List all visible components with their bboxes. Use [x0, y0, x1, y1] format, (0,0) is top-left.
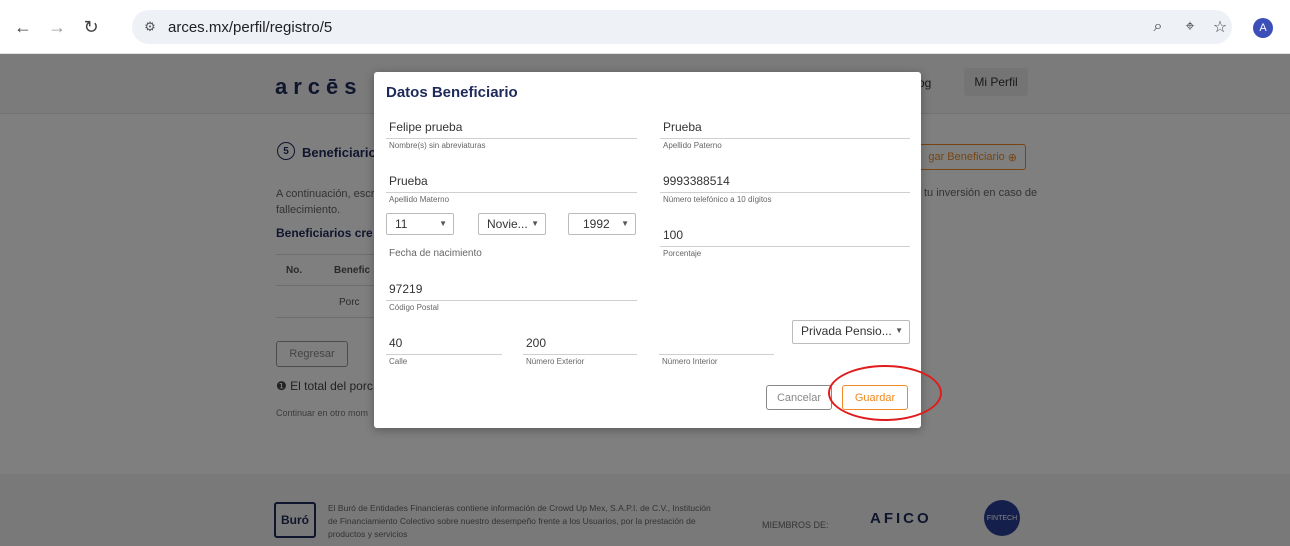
field-underline [523, 354, 637, 355]
numero-interior-label: Número Interior [662, 357, 718, 366]
field-underline [660, 138, 910, 139]
field-underline [659, 354, 774, 355]
back-arrow-icon[interactable]: ← [10, 14, 36, 40]
location-icon[interactable]: ⌖ [1180, 17, 1200, 37]
cancel-button[interactable]: Cancelar [766, 385, 832, 410]
profile-avatar[interactable]: A [1253, 18, 1273, 38]
highlight-circle-annotation [828, 365, 942, 421]
telefono-value[interactable]: 9993388514 [663, 174, 730, 188]
field-underline [386, 138, 637, 139]
codigo-postal-value[interactable]: 97219 [389, 282, 422, 296]
porcentaje-field[interactable]: 100 Porcentaje [660, 228, 910, 258]
porcentaje-value[interactable]: 100 [663, 228, 683, 242]
numero-exterior-label: Número Exterior [526, 357, 585, 366]
apellido-materno-label: Apellido Materno [389, 195, 450, 204]
telefono-field[interactable]: 9993388514 Número telefónico a 10 dígito… [660, 174, 910, 204]
porcentaje-label: Porcentaje [663, 249, 702, 258]
apellido-materno-value[interactable]: Prueba [389, 174, 428, 188]
codigo-postal-field[interactable]: 97219 Código Postal [386, 282, 637, 312]
apellido-paterno-value[interactable]: Prueba [663, 120, 702, 134]
numero-exterior-field[interactable]: 200 Número Exterior [523, 336, 637, 366]
field-underline [386, 192, 637, 193]
field-underline [386, 354, 502, 355]
chevron-down-icon: ▼ [439, 219, 447, 228]
colonia-select[interactable]: Privada Pensio... ▼ [792, 320, 910, 344]
anio-select[interactable]: 1992 ▼ [568, 213, 636, 235]
calle-label: Calle [389, 357, 408, 366]
dia-select[interactable]: 11 ▼ [386, 213, 454, 235]
chevron-down-icon: ▼ [531, 219, 539, 228]
field-underline [660, 192, 910, 193]
browser-toolbar: ← → ↻ ⚙ arces.mx/perfil/registro/5 ⌕ ⌖ ☆… [0, 0, 1290, 54]
url-text[interactable]: arces.mx/perfil/registro/5 [168, 19, 332, 36]
site-settings-icon[interactable]: ⚙ [140, 17, 160, 37]
dia-value: 11 [395, 217, 408, 231]
bookmark-star-icon[interactable]: ☆ [1210, 17, 1230, 37]
fecha-nacimiento-label: Fecha de nacimiento [389, 248, 482, 259]
numero-exterior-value[interactable]: 200 [526, 336, 546, 350]
chevron-down-icon: ▼ [895, 326, 903, 335]
calle-value[interactable]: 40 [389, 336, 402, 350]
beneficiary-modal: Datos Beneficiario Felipe prueba Nombre(… [374, 72, 921, 428]
mes-select[interactable]: Novie... ▼ [478, 213, 546, 235]
nombre-value[interactable]: Felipe prueba [389, 120, 462, 134]
apellido-paterno-field[interactable]: Prueba Apellido Paterno [660, 120, 910, 150]
modal-title: Datos Beneficiario [386, 84, 518, 101]
mes-value: Novie... [487, 217, 528, 231]
field-underline [660, 246, 910, 247]
forward-arrow-icon[interactable]: → [44, 14, 70, 40]
zoom-icon[interactable]: ⌕ [1148, 17, 1168, 37]
address-bar[interactable]: ⚙ arces.mx/perfil/registro/5 [132, 10, 1232, 44]
numero-interior-field[interactable]: Número Interior [659, 336, 774, 366]
telefono-label: Número telefónico a 10 dígitos [663, 195, 772, 204]
reload-icon[interactable]: ↻ [78, 14, 104, 40]
apellido-paterno-label: Apellido Paterno [663, 141, 722, 150]
codigo-postal-label: Código Postal [389, 303, 439, 312]
apellido-materno-field[interactable]: Prueba Apellido Materno [386, 174, 637, 204]
anio-value: 1992 [583, 217, 610, 231]
chevron-down-icon: ▼ [621, 219, 629, 228]
nombre-field[interactable]: Felipe prueba Nombre(s) sin abreviaturas [386, 120, 637, 150]
calle-field[interactable]: 40 Calle [386, 336, 502, 366]
field-underline [386, 300, 637, 301]
nombre-label: Nombre(s) sin abreviaturas [389, 141, 486, 150]
colonia-value: Privada Pensio... [801, 324, 892, 338]
